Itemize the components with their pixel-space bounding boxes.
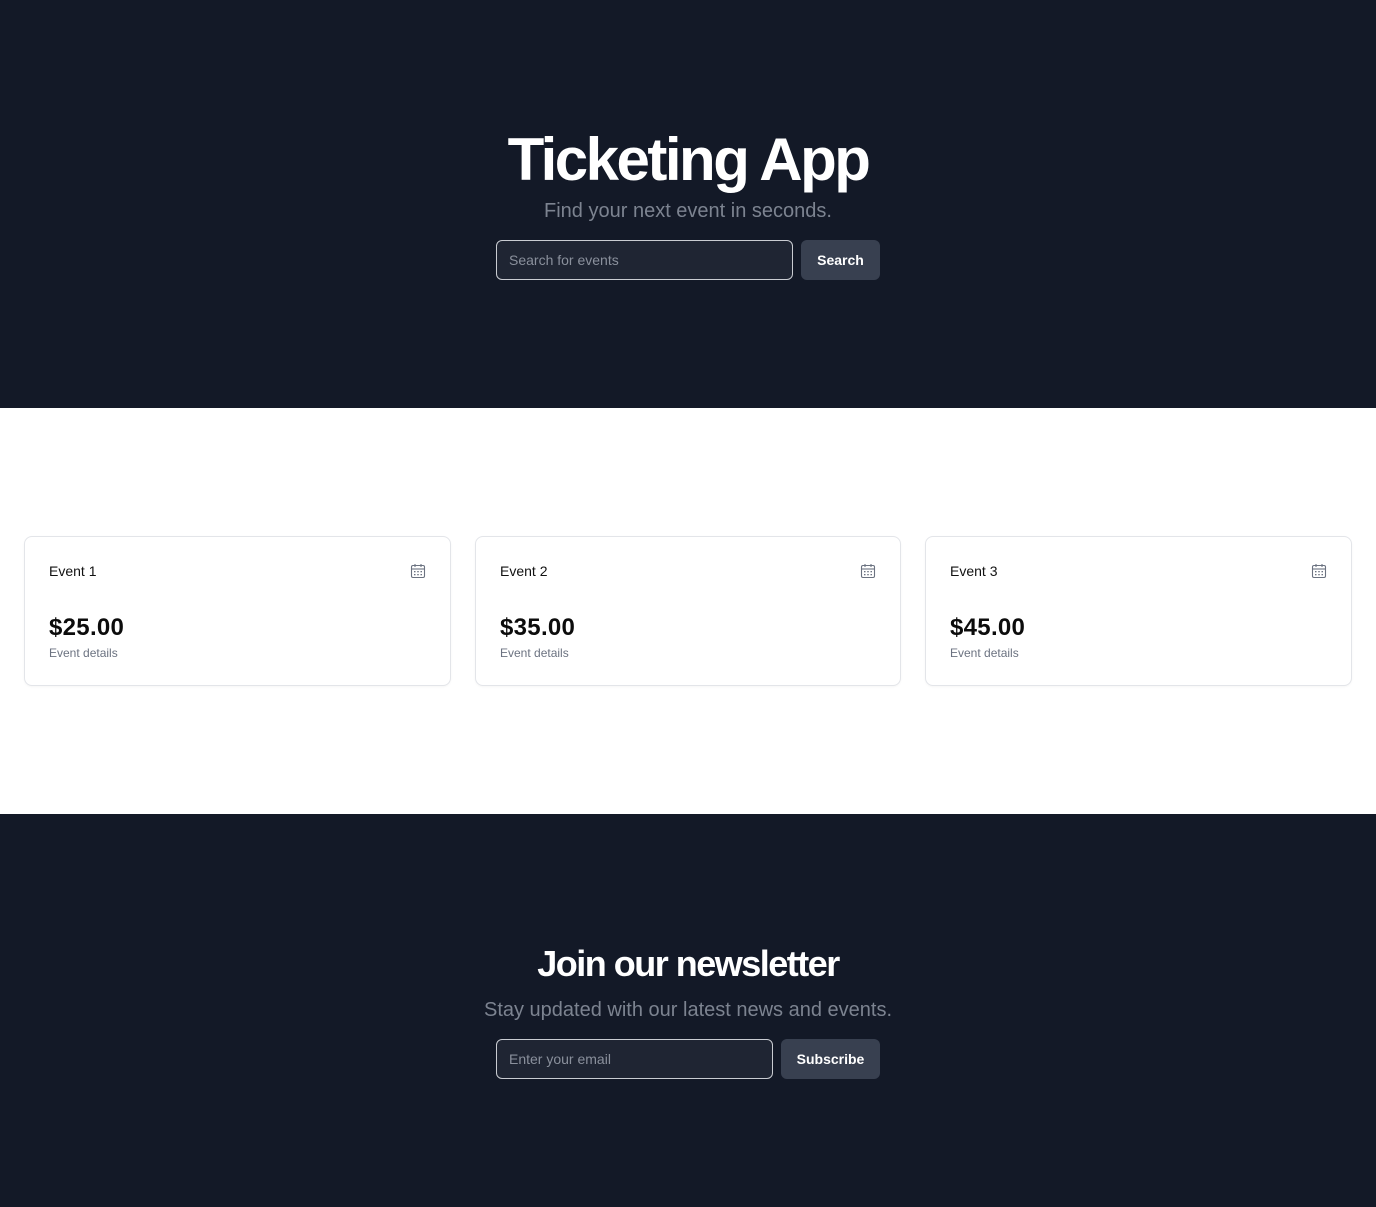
email-input[interactable] — [496, 1039, 773, 1079]
search-input[interactable] — [496, 240, 793, 280]
event-details: Event details — [950, 646, 1019, 660]
event-price: $45.00 — [950, 614, 1026, 641]
newsletter-section: Join our newsletter Stay updated with ou… — [0, 814, 1376, 1207]
event-card[interactable]: Event 2 $35.00 Event details — [475, 536, 901, 686]
event-name: Event 2 — [500, 563, 548, 579]
newsletter-title: Join our newsletter — [537, 943, 840, 984]
calendar-icon — [1311, 563, 1327, 579]
calendar-icon — [860, 563, 876, 579]
page-title: Ticketing App — [507, 126, 871, 193]
event-details: Event details — [500, 646, 569, 660]
event-name: Event 1 — [49, 563, 97, 579]
event-card[interactable]: Event 3 $45.00 Event details — [925, 536, 1352, 686]
newsletter-subtitle: Stay updated with our latest news and ev… — [483, 999, 893, 1021]
event-name: Event 3 — [950, 563, 998, 579]
subscribe-button[interactable]: Subscribe — [781, 1039, 880, 1079]
search-button[interactable]: Search — [801, 240, 880, 280]
event-details: Event details — [49, 646, 118, 660]
event-price: $25.00 — [49, 614, 125, 641]
calendar-icon — [410, 563, 426, 579]
hero-subtitle: Find your next event in seconds. — [544, 200, 832, 222]
event-card[interactable]: Event 1 $25.00 Event details — [24, 536, 451, 686]
hero-section: Ticketing App Find your next event in se… — [0, 0, 1376, 408]
event-price: $35.00 — [500, 614, 576, 641]
